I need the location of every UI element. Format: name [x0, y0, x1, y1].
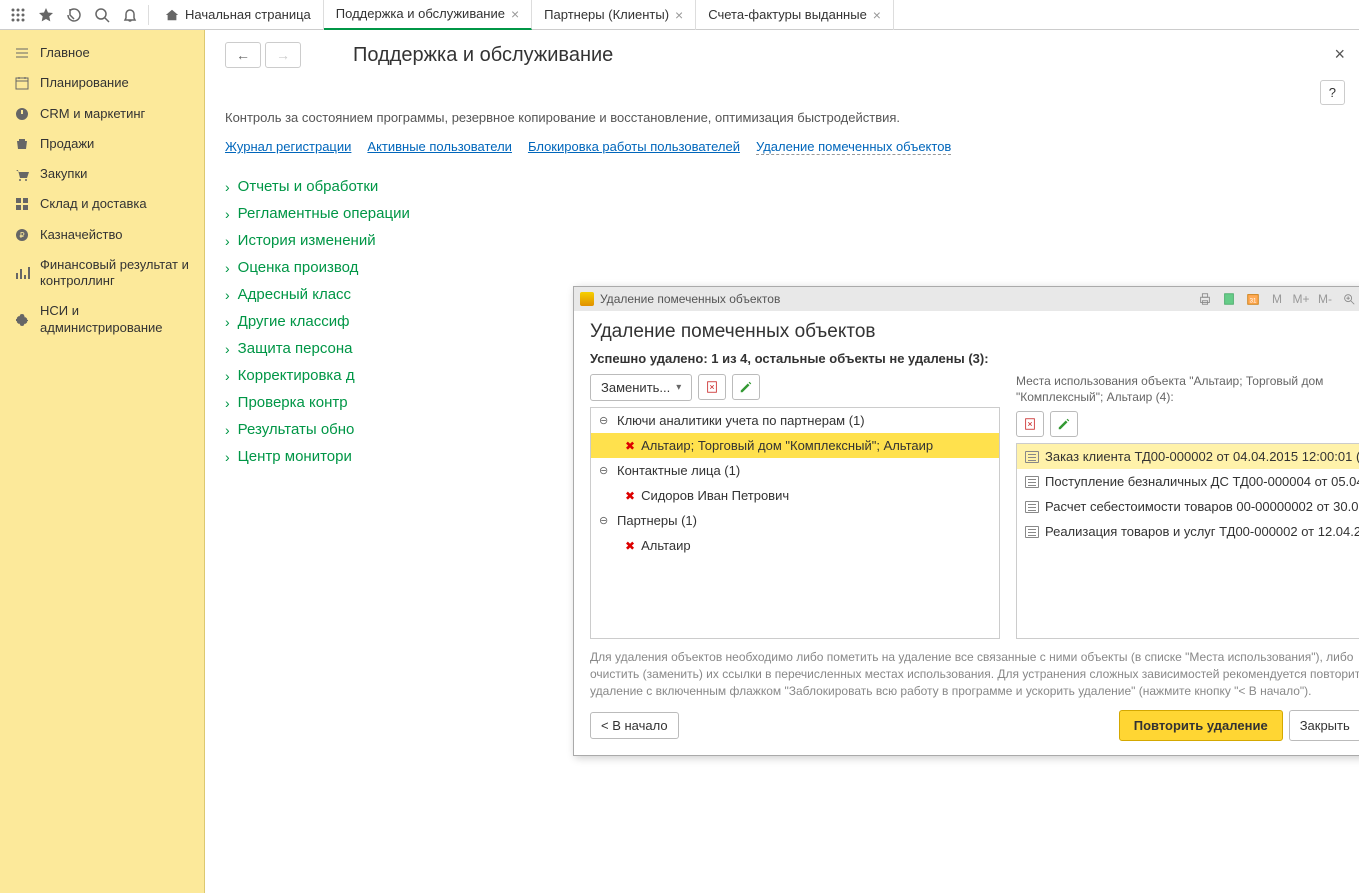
tree-leaf[interactable]: ✖Альтаир; Торговый дом "Комплексный"; Ал… — [591, 433, 999, 458]
usage-row[interactable]: Реализация товаров и услуг ТД00-000002 о… — [1017, 519, 1359, 544]
sidebar-item-label: Планирование — [40, 75, 129, 91]
sidebar-item-label: Закупки — [40, 166, 87, 182]
bell-icon[interactable] — [116, 1, 144, 29]
print-icon[interactable] — [1196, 290, 1214, 308]
tab-partners[interactable]: Партнеры (Клиенты) × — [532, 0, 696, 30]
sidebar-item-nsi[interactable]: НСИ и администрирование — [0, 296, 204, 343]
star-icon[interactable] — [32, 1, 60, 29]
content-area: × ? ← → Поддержка и обслуживание Контрол… — [205, 30, 1359, 893]
sidebar-item-financial[interactable]: Финансовый результат и контроллинг — [0, 250, 204, 297]
usage-row[interactable]: Поступление безналичных ДС ТД00-000004 о… — [1017, 469, 1359, 494]
tab-label: Партнеры (Клиенты) — [544, 7, 669, 22]
modal-titlebar[interactable]: Удаление помеченных объектов 31 M M+ M- … — [574, 287, 1359, 311]
sidebar-item-label: Склад и доставка — [40, 196, 147, 212]
tab-label: Счета-фактуры выданные — [708, 7, 867, 22]
apps-icon[interactable] — [4, 1, 32, 29]
link-block-users[interactable]: Блокировка работы пользователей — [528, 139, 740, 155]
usage-row[interactable]: Расчет себестоимости товаров 00-00000002… — [1017, 494, 1359, 519]
link-registration-log[interactable]: Журнал регистрации — [225, 139, 351, 155]
sidebar-item-purchases[interactable]: Закупки — [0, 159, 204, 189]
sidebar-item-label: Финансовый результат и контроллинг — [40, 257, 190, 290]
edit-item-button[interactable] — [732, 374, 760, 400]
close-page-icon[interactable]: × — [1334, 44, 1345, 65]
top-toolbar: Начальная страница Поддержка и обслужива… — [0, 0, 1359, 30]
sidebar-item-warehouse[interactable]: Склад и доставка — [0, 189, 204, 219]
sidebar-item-label: CRM и маркетинг — [40, 106, 145, 122]
sidebar-item-label: НСИ и администрирование — [40, 303, 190, 336]
zoom-icon[interactable] — [1340, 290, 1358, 308]
document-icon — [1025, 526, 1039, 538]
tab-close-icon[interactable]: × — [675, 7, 683, 23]
sidebar-item-label: Казначейство — [40, 227, 122, 243]
sidebar-item-treasury[interactable]: ₽ Казначейство — [0, 220, 204, 250]
search-icon[interactable] — [88, 1, 116, 29]
memory-mminus-icon[interactable]: M- — [1316, 290, 1334, 308]
nav-back-button[interactable]: ← — [225, 42, 261, 68]
delete-item-button[interactable] — [698, 374, 726, 400]
modal-footer-text: Для удаления объектов необходимо либо по… — [590, 649, 1359, 699]
tab-close-icon[interactable]: × — [511, 6, 519, 22]
memory-mplus-icon[interactable]: M+ — [1292, 290, 1310, 308]
delete-marked-modal: Удаление помеченных объектов 31 M M+ M- … — [573, 286, 1359, 756]
app-icon — [580, 292, 594, 306]
usage-caption: Места использования объекта "Альтаир; То… — [1016, 374, 1359, 405]
replace-button[interactable]: Заменить...▾ — [590, 374, 692, 401]
memory-m-icon[interactable]: M — [1268, 290, 1286, 308]
sidebar-item-sales[interactable]: Продажи — [0, 129, 204, 159]
calc-icon[interactable] — [1220, 290, 1238, 308]
document-icon — [1025, 476, 1039, 488]
back-to-start-button[interactable]: < В начало — [590, 712, 679, 739]
svg-text:₽: ₽ — [19, 231, 24, 240]
usage-row[interactable]: Заказ клиента ТД00-000002 от 04.04.2015 … — [1017, 444, 1359, 469]
usage-delete-button[interactable] — [1016, 411, 1044, 437]
nav-forward-button[interactable]: → — [265, 42, 301, 68]
tab-label: Поддержка и обслуживание — [336, 6, 505, 21]
history-icon[interactable] — [60, 1, 88, 29]
tab-home[interactable]: Начальная страница — [153, 0, 324, 30]
section-item[interactable]: ›Отчеты и обработки — [225, 173, 1339, 200]
modal-status: Успешно удалено: 1 из 4, остальные объек… — [590, 351, 1359, 366]
svg-text:31: 31 — [1250, 298, 1257, 305]
tree-group[interactable]: ⊖Партнеры (1) — [591, 508, 999, 533]
link-delete-marked[interactable]: Удаление помеченных объектов — [756, 139, 951, 155]
sidebar-item-main[interactable]: Главное — [0, 38, 204, 68]
document-icon — [1025, 451, 1039, 463]
page-title: Поддержка и обслуживание — [353, 44, 613, 67]
calendar-icon[interactable]: 31 — [1244, 290, 1262, 308]
modal-titlebar-text: Удаление помеченных объектов — [600, 292, 780, 306]
home-icon — [165, 8, 179, 22]
tree-leaf[interactable]: ✖Альтаир — [591, 533, 999, 558]
modal-heading: Удаление помеченных объектов — [590, 321, 1359, 343]
usage-list[interactable]: Заказ клиента ТД00-000002 от 04.04.2015 … — [1016, 443, 1359, 639]
section-item[interactable]: ›Регламентные операции — [225, 200, 1339, 227]
repeat-delete-button[interactable]: Повторить удаление — [1119, 710, 1283, 741]
section-item[interactable]: ›Оценка производ — [225, 254, 1339, 281]
close-modal-button[interactable]: Закрыть — [1289, 710, 1359, 741]
sidebar-item-planning[interactable]: Планирование — [0, 68, 204, 98]
sidebar-item-label: Главное — [40, 45, 90, 61]
tab-home-label: Начальная страница — [185, 7, 311, 22]
tab-close-icon[interactable]: × — [873, 7, 881, 23]
document-icon — [1025, 501, 1039, 513]
section-item[interactable]: ›История изменений — [225, 227, 1339, 254]
usage-edit-button[interactable] — [1050, 411, 1078, 437]
tab-support[interactable]: Поддержка и обслуживание × — [324, 0, 532, 30]
sidebar-item-crm[interactable]: CRM и маркетинг — [0, 99, 204, 129]
tree-group[interactable]: ⊖Контактные лица (1) — [591, 458, 999, 483]
tree-leaf[interactable]: ✖Сидоров Иван Петрович — [591, 483, 999, 508]
tree-group[interactable]: ⊖Ключи аналитики учета по партнерам (1) — [591, 408, 999, 433]
sidebar-item-label: Продажи — [40, 136, 94, 152]
quick-links: Журнал регистрации Активные пользователи… — [205, 125, 1359, 169]
objects-tree[interactable]: ⊖Ключи аналитики учета по партнерам (1) … — [590, 407, 1000, 639]
page-description: Контроль за состоянием программы, резерв… — [205, 110, 1359, 125]
sidebar: Главное Планирование CRM и маркетинг Про… — [0, 30, 205, 893]
tab-invoices[interactable]: Счета-фактуры выданные × — [696, 0, 894, 30]
link-active-users[interactable]: Активные пользователи — [367, 139, 512, 155]
help-button[interactable]: ? — [1320, 80, 1345, 105]
